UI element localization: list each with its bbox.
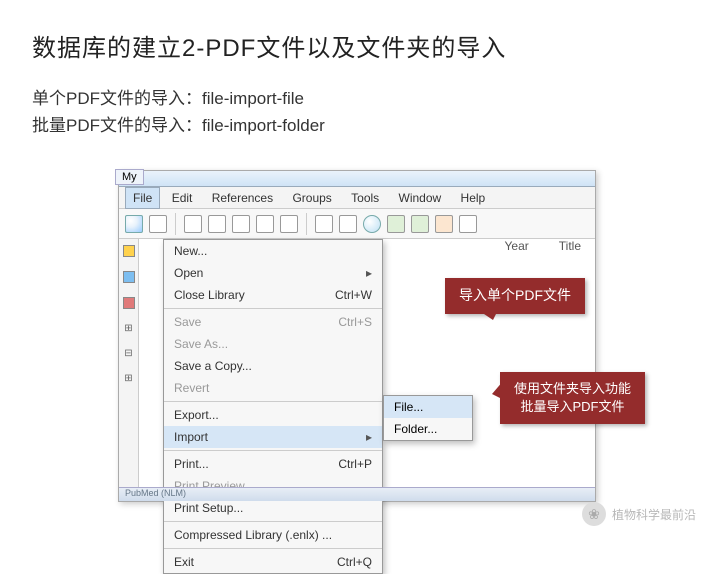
chevron-right-icon: ▸ [366, 266, 372, 280]
menu-item-revert: Revert [164, 377, 382, 399]
toolbar-btn[interactable] [339, 215, 357, 233]
menu-item-export[interactable]: Export... [164, 404, 382, 426]
toolbar-arrow-icon[interactable] [387, 215, 405, 233]
toolbar-sep [175, 213, 176, 235]
sidebar-expand-icon[interactable]: ⊞ [124, 373, 132, 384]
callout-single-pdf: 导入单个PDF文件 [445, 278, 585, 314]
page-title: 数据库的建立2-PDF文件以及文件夹的导入 [0, 0, 720, 63]
menu-item-savecopy[interactable]: Save a Copy... [164, 355, 382, 377]
menubar[interactable]: File Edit References Groups Tools Window… [119, 187, 595, 209]
column-headers: Year Title [505, 239, 581, 253]
toolbar-btn[interactable] [208, 215, 226, 233]
col-title[interactable]: Title [559, 239, 581, 253]
toolbar-btn[interactable] [459, 215, 477, 233]
menu-separator [164, 521, 382, 522]
menu-references[interactable]: References [204, 187, 281, 209]
wechat-icon: ❀ [582, 502, 606, 526]
menu-item-compressed[interactable]: Compressed Library (.enlx) ... [164, 524, 382, 546]
status-bar: PubMed (NLM) [119, 487, 595, 501]
sidebar: My ⊞ ⊟ ⊞ [119, 239, 139, 501]
menu-separator [164, 401, 382, 402]
chevron-right-icon: ▸ [366, 430, 372, 444]
menu-file[interactable]: File [125, 187, 160, 209]
toolbar-btn[interactable] [232, 215, 250, 233]
toolbar-btn[interactable] [184, 215, 202, 233]
sidebar-trash-icon[interactable] [123, 297, 135, 309]
submenu-item-file[interactable]: File... [384, 396, 472, 418]
subtitle-block: 单个PDF文件的导入：file-import-file 批量PDF文件的导入：f… [0, 63, 720, 139]
watermark: ❀ 植物科学最前沿 [582, 502, 696, 526]
import-submenu: File... Folder... [383, 395, 473, 441]
toolbar-search-icon[interactable] [363, 215, 381, 233]
file-menu-dropdown: New... Open▸ Close LibraryCtrl+W SaveCtr… [163, 239, 383, 574]
menu-groups[interactable]: Groups [284, 187, 339, 209]
app-window: File Edit References Groups Tools Window… [118, 170, 596, 502]
sidebar-expand-icon[interactable]: ⊞ [124, 323, 132, 334]
submenu-item-folder[interactable]: Folder... [384, 418, 472, 440]
menu-separator [164, 450, 382, 451]
menu-item-new[interactable]: New... [164, 240, 382, 262]
menu-tools[interactable]: Tools [343, 187, 387, 209]
menu-help[interactable]: Help [453, 187, 494, 209]
toolbar-sep [306, 213, 307, 235]
toolbar-btn[interactable] [280, 215, 298, 233]
toolbar-btn[interactable] [256, 215, 274, 233]
toolbar-export-icon[interactable] [435, 215, 453, 233]
menu-edit[interactable]: Edit [164, 187, 201, 209]
menu-item-open[interactable]: Open▸ [164, 262, 382, 284]
menu-item-close[interactable]: Close LibraryCtrl+W [164, 284, 382, 306]
toolbar-globe-icon[interactable] [125, 215, 143, 233]
menu-item-saveas: Save As... [164, 333, 382, 355]
toolbar-btn[interactable] [315, 215, 333, 233]
window-titlebar [119, 171, 595, 187]
menu-separator [164, 548, 382, 549]
toolbar-arrow-icon[interactable] [411, 215, 429, 233]
toolbar-btn[interactable] [149, 215, 167, 233]
watermark-text: 植物科学最前沿 [612, 506, 696, 523]
toolbar [119, 209, 595, 239]
sidebar-expand-icon[interactable]: ⊟ [124, 348, 132, 359]
col-year[interactable]: Year [505, 239, 529, 253]
menu-item-exit[interactable]: ExitCtrl+Q [164, 551, 382, 573]
menu-item-save: SaveCtrl+S [164, 311, 382, 333]
menu-item-import[interactable]: Import▸ [164, 426, 382, 448]
sidebar-tab[interactable]: My [115, 169, 144, 185]
sidebar-folder-icon[interactable] [123, 271, 135, 283]
menu-item-print[interactable]: Print...Ctrl+P [164, 453, 382, 475]
sub-line1: 单个PDF文件的导入：file-import-file [32, 85, 720, 112]
menu-separator [164, 308, 382, 309]
sidebar-folder-icon[interactable] [123, 245, 135, 257]
sub-line2: 批量PDF文件的导入：file-import-folder [32, 112, 720, 139]
callout-folder-pdf: 使用文件夹导入功能批量导入PDF文件 [500, 372, 645, 424]
menu-window[interactable]: Window [391, 187, 450, 209]
